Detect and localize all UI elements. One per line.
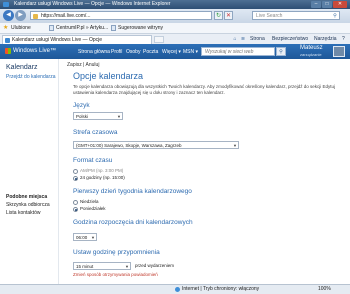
radio-24h-label: 24 godziny (np. 15:00) [80, 175, 125, 180]
home-icon[interactable]: ⌂ [232, 36, 238, 42]
star-icon: ★ [3, 25, 9, 31]
tools-menu[interactable]: Narzędzia [314, 35, 337, 43]
page-icon [49, 25, 54, 31]
sidebar-heading: Kalendarz [6, 64, 38, 71]
day-start-select[interactable]: 06:00 ▼ [73, 233, 97, 241]
lock-icon [33, 14, 38, 19]
address-toolbar: ◀ ▶ https://mail.live.com/... ↻ ✕ Live S… [0, 9, 350, 23]
refresh-button[interactable]: ↻ [214, 11, 223, 20]
first-day-title: Pierwszy dzień tygodnia kalendarzowego [73, 188, 192, 195]
web-search-input[interactable]: Wyszukaj w sieci web [201, 47, 275, 56]
language-title: Język [73, 102, 90, 109]
close-button[interactable]: ✕ [333, 1, 347, 8]
page-menu[interactable]: Strona [250, 35, 265, 43]
chevron-down-icon: ▼ [117, 114, 121, 119]
timezone-select[interactable]: (GMT+01:00) Sarajewo, Skopje, Warszawa, … [73, 141, 239, 149]
live-header: Windows Live™ Strona główna Profil Osoby… [0, 44, 350, 59]
sidebar-item-inbox[interactable]: Skrzynka odbiorcza [6, 202, 50, 208]
timezone-title: Strefa czasowa [73, 129, 118, 136]
radio-sunday[interactable] [73, 200, 78, 205]
nav-profile[interactable]: Profil [111, 48, 122, 56]
save-cancel-menu[interactable]: Zapisz | Anuluj [67, 62, 99, 68]
new-tab-button[interactable] [154, 36, 164, 43]
minimize-button[interactable]: – [311, 1, 321, 8]
globe-icon [175, 287, 180, 292]
user-subtitle[interactable]: zarządzanie [300, 52, 322, 57]
favorites-button[interactable]: ★ Ulubione [3, 24, 31, 32]
nav-home[interactable]: Strona główna [78, 48, 110, 56]
options-panel: Zapisz | Anuluj Opcje kalendarza Te opcj… [59, 59, 350, 284]
reminder-title: Ustaw godzinę przypomnienia [73, 249, 160, 256]
page-icon [111, 25, 116, 31]
favorite-link-centrumip[interactable]: CentrumIP.pl » Artyku... [48, 24, 108, 32]
address-field[interactable]: https://mail.live.com/... [30, 11, 212, 20]
page-title: Opcje kalendarza [73, 71, 144, 81]
reminder-select[interactable]: 15 minut ▼ [73, 262, 131, 270]
browser-search-input[interactable]: Live Search ⚲ [252, 11, 340, 20]
chevron-down-icon: ▼ [91, 235, 95, 240]
radio-ampm[interactable] [73, 169, 78, 174]
security-zone: Internet | Tryb chroniony: włączony [175, 286, 259, 293]
back-button[interactable]: ◀ [3, 10, 14, 21]
nav-more[interactable]: Więcej ▾ [162, 48, 181, 56]
zoom-level[interactable]: 100% [318, 286, 331, 293]
help-menu[interactable]: ? [342, 35, 345, 43]
radio-ampm-label: AM/PM (np. 3:00 PM) [80, 168, 124, 173]
forward-button[interactable]: ▶ [15, 10, 26, 21]
window-title: Kalendarz usługi Windows Live — Opcje — … [14, 1, 171, 7]
user-name[interactable]: Mateusz [300, 45, 323, 52]
sidebar-item-contacts[interactable]: Lista kontaktów [6, 210, 40, 216]
maximize-button[interactable]: □ [322, 1, 332, 8]
sidebar: Kalendarz Przejdź do kalendarza Podobne … [0, 59, 59, 284]
options-description: Te opcje kalendarza obowiązują dla wszys… [73, 84, 335, 95]
day-start-title: Godzina rozpoczęcia dni kalendarzowych [73, 219, 193, 226]
windows-flag-icon [5, 48, 11, 54]
go-to-calendar-link[interactable]: Przejdź do kalendarza [6, 74, 55, 80]
address-url: https://mail.live.com/... [41, 13, 91, 19]
stop-button[interactable]: ✕ [224, 11, 233, 20]
language-select[interactable]: Polski ▼ [73, 112, 123, 120]
feeds-icon[interactable]: ≋ [240, 36, 246, 42]
nav-mail[interactable]: Poczta [143, 48, 158, 56]
avatar[interactable] [333, 46, 345, 57]
chevron-down-icon: ▼ [125, 264, 129, 269]
windows-live-logo[interactable]: Windows Live™ [5, 47, 56, 56]
chevron-down-icon: ▼ [233, 143, 237, 148]
search-icon[interactable]: ⚲ [332, 13, 338, 19]
safety-menu[interactable]: Bezpieczeństwo [272, 35, 308, 43]
nav-people[interactable]: Osoby [126, 48, 140, 56]
live-tab-icon [5, 38, 10, 43]
reminder-suffix: przed wydarzeniem [135, 263, 175, 268]
window-titlebar: Kalendarz usługi Windows Live — Opcje — … [0, 0, 350, 9]
radio-monday[interactable] [73, 207, 78, 212]
change-notifications-link[interactable]: Zmień sposób otrzymywania powiadomień [73, 272, 158, 278]
radio-24h[interactable] [73, 176, 78, 181]
radio-monday-label: Poniedziałek [80, 206, 106, 211]
related-places-title: Podobne miejsca [6, 194, 48, 200]
time-format-title: Format czasu [73, 157, 113, 164]
radio-sunday-label: Niedziela [80, 199, 99, 204]
web-search-button[interactable]: ⚲ [276, 47, 286, 56]
tab-calendar-options[interactable]: Kalendarz usługi Windows Live — Opcje [2, 35, 152, 44]
nav-msn[interactable]: MSN ▾ [183, 48, 198, 56]
browser-search-placeholder: Live Search [256, 13, 283, 19]
favorite-link-suggested[interactable]: Sugerowane witryny [110, 24, 163, 32]
favorites-bar: ★ Ulubione CentrumIP.pl » Artyku... Suge… [0, 23, 350, 34]
ie-icon [3, 2, 9, 7]
